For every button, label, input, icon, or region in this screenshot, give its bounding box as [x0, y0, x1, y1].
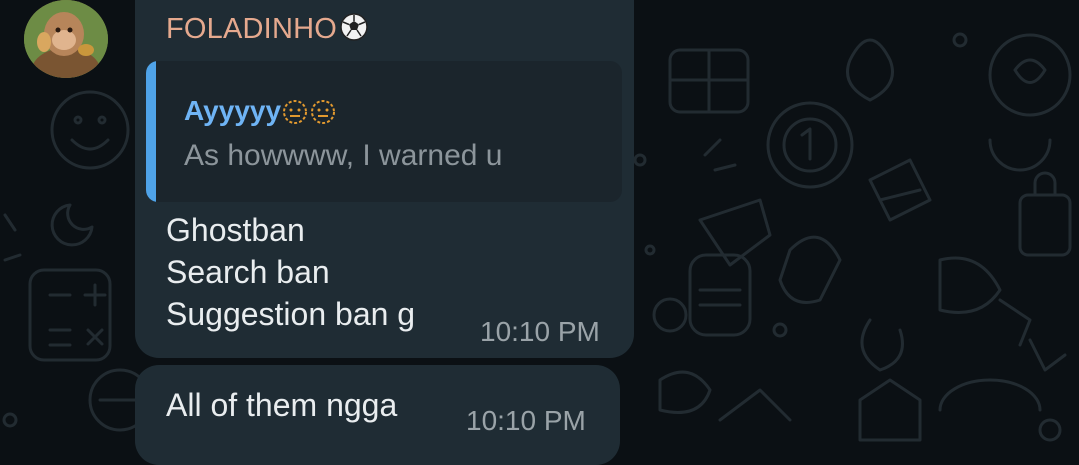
- monkey-avatar-image: [24, 0, 108, 78]
- reply-quote-author: Ayyyyy: [184, 95, 338, 132]
- sender-name-text: FOLADINHO: [166, 13, 337, 45]
- message-text-line: Suggestion ban g: [166, 296, 416, 332]
- message-timestamp: 10:10 PM: [466, 405, 586, 436]
- message-timestamp: 10:10 PM: [480, 316, 600, 347]
- soccer-ball-icon: [340, 13, 368, 41]
- reply-quote-bar: [146, 61, 156, 202]
- reply-quote-text: As howwww, I warned u: [184, 139, 503, 172]
- reply-author-text: Ayyyyy: [184, 95, 282, 126]
- reply-author-emojis: [282, 99, 338, 132]
- message-text-line: Ghostban: [166, 212, 305, 248]
- reply-quote[interactable]: Ayyyyy As howwww, I warned u: [146, 61, 622, 202]
- sender-avatar[interactable]: [24, 0, 108, 78]
- message-text-line: All of them ngga: [166, 387, 398, 423]
- neutral-face-icon: [283, 100, 336, 124]
- message-text-line: Search ban: [166, 254, 330, 290]
- sender-name[interactable]: FOLADINHO: [166, 12, 369, 46]
